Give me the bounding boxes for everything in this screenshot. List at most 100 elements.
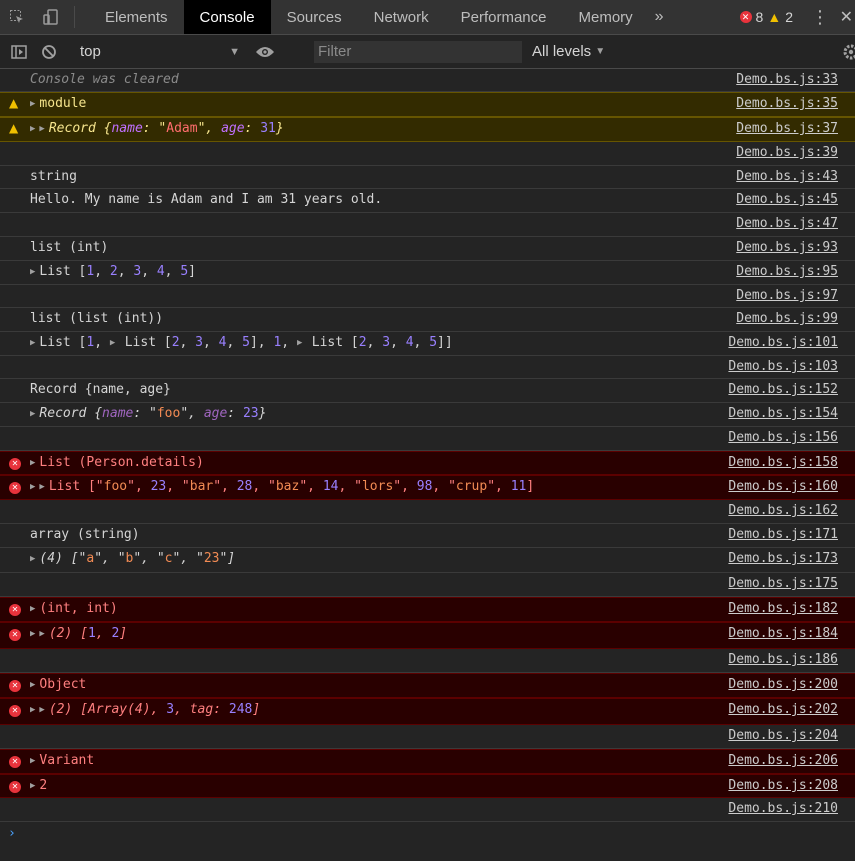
tab-memory[interactable]: Memory [563, 0, 649, 34]
inspect-element-icon[interactable] [0, 0, 34, 34]
message-token: list (list (int)) [30, 311, 164, 326]
message-token: string [30, 169, 77, 184]
source-link[interactable]: Demo.bs.js:160 [728, 480, 838, 494]
source-link[interactable]: Demo.bs.js:182 [728, 602, 838, 616]
console-message-error[interactable]: ✕ ▶ Variant Demo.bs.js:206 [0, 749, 855, 774]
console-message-warn[interactable]: ▲ ▶ module Demo.bs.js:35 [0, 92, 855, 117]
expand-triangle-icon[interactable]: ▶ [30, 680, 35, 690]
context-selector[interactable]: top ▼ [64, 35, 250, 68]
error-count-icon: ✕ [739, 11, 752, 23]
tab-elements[interactable]: Elements [89, 0, 184, 34]
message-token: , [94, 335, 110, 350]
sidebar-toggle-icon[interactable] [4, 35, 34, 68]
source-link[interactable]: Demo.bs.js:33 [736, 73, 838, 87]
source-link[interactable]: Demo.bs.js:99 [736, 312, 838, 326]
more-options-icon[interactable]: ⋮ [811, 0, 829, 34]
source-link[interactable]: Demo.bs.js:152 [728, 383, 838, 397]
console-message-warn[interactable]: ▲ ▶ ▶ Record {name: "Adam", age: 31} Demo.bs… [0, 117, 855, 142]
log-levels-dropdown[interactable]: All levels ▼ [532, 43, 605, 60]
expand-triangle-icon[interactable]: ▶ [30, 409, 35, 419]
console-message-error[interactable]: ✕ ▶ ▶ List ["foo", 23, "bar", 28, "baz", 14… [0, 475, 855, 500]
tab-performance[interactable]: Performance [445, 0, 563, 34]
expand-triangle-icon[interactable]: ▶ [30, 705, 35, 715]
gear-icon[interactable] [841, 35, 855, 68]
console-message-error[interactable]: ✕ ▶ 2 Demo.bs.js:208 [0, 774, 855, 798]
expand-triangle-icon[interactable]: ▶ [30, 267, 35, 277]
expand-triangle-icon[interactable]: ▶ [30, 482, 35, 492]
console-message-info[interactable]: ▶ Record {name: "foo", age: 23} Demo.bs.js… [0, 403, 855, 427]
source-link[interactable]: Demo.bs.js:186 [728, 653, 838, 667]
source-link[interactable]: Demo.bs.js:39 [736, 146, 838, 160]
console-message-info[interactable]: ▶ List [1, 2, 3, 4, 5] Demo.bs.js:95 [0, 261, 855, 285]
clear-console-icon[interactable] [34, 35, 64, 68]
tab-console[interactable]: Console [183, 0, 271, 34]
expand-triangle-icon[interactable]: ▶ [30, 756, 35, 766]
source-link[interactable]: Demo.bs.js:200 [728, 678, 838, 692]
console-message-info[interactable]: ▶ (4) ["a", "b", "c", "23"] Demo.bs.js:173 [0, 548, 855, 573]
expand-triangle-icon[interactable]: ▶ [39, 482, 44, 492]
expand-triangle-icon[interactable]: ▶ [297, 338, 308, 348]
console-message-info: Demo.bs.js:156 [0, 427, 855, 451]
source-link[interactable]: Demo.bs.js:45 [736, 193, 838, 207]
expand-triangle-icon[interactable]: ▶ [30, 781, 35, 791]
expand-triangle-icon[interactable]: ▶ [30, 338, 35, 348]
source-link[interactable]: Demo.bs.js:103 [728, 360, 838, 374]
source-link[interactable]: Demo.bs.js:43 [736, 170, 838, 184]
source-link[interactable]: Demo.bs.js:158 [728, 456, 838, 470]
message-token: , [226, 335, 243, 350]
live-expression-eye-icon[interactable] [250, 35, 280, 68]
console-message-error[interactable]: ✕ ▶ ▶ (2) [Array(4), 3, tag: 248] Demo.bs.js… [0, 698, 855, 725]
console-message-info[interactable]: ▶ List [1, ▶ List [2, 3, 4, 5], 1, ▶ List… [0, 332, 855, 356]
source-link[interactable]: Demo.bs.js:35 [736, 97, 838, 111]
source-link[interactable]: Demo.bs.js:162 [728, 504, 838, 518]
source-link[interactable]: Demo.bs.js:184 [728, 627, 838, 641]
tab-network[interactable]: Network [358, 0, 445, 34]
message-token: 2 [109, 264, 118, 279]
source-link[interactable]: Demo.bs.js:204 [728, 729, 838, 743]
source-link[interactable]: Demo.bs.js:47 [736, 217, 838, 231]
device-toolbar-icon[interactable] [34, 0, 68, 34]
source-link[interactable]: Demo.bs.js:95 [736, 265, 838, 279]
source-link[interactable]: Demo.bs.js:210 [728, 802, 838, 816]
filter-input[interactable] [314, 40, 522, 63]
console-message-error[interactable]: ✕ ▶ ▶ (2) [1, 2] Demo.bs.js:184 [0, 622, 855, 649]
source-link[interactable]: Demo.bs.js:156 [728, 431, 838, 445]
console-message-info: list (list (int)) Demo.bs.js:99 [0, 308, 855, 332]
source-link[interactable]: Demo.bs.js:93 [736, 241, 838, 255]
source-link[interactable]: Demo.bs.js:97 [736, 289, 838, 303]
expand-triangle-icon[interactable]: ▶ [39, 124, 44, 134]
message-token: : [244, 121, 261, 136]
source-link[interactable]: Demo.bs.js:101 [728, 336, 838, 350]
source-link[interactable]: Demo.bs.js:202 [728, 703, 838, 717]
expand-triangle-icon[interactable]: ▶ [30, 99, 35, 109]
expand-triangle-icon[interactable]: ▶ [30, 604, 35, 614]
expand-triangle-icon[interactable]: ▶ [30, 124, 35, 134]
source-link[interactable]: Demo.bs.js:208 [728, 779, 838, 793]
close-icon[interactable]: ✕ [840, 0, 853, 34]
console-message-info: Demo.bs.js:186 [0, 649, 855, 673]
source-link[interactable]: Demo.bs.js:154 [728, 407, 838, 421]
console-prompt-input[interactable]: › [0, 822, 855, 841]
expand-triangle-icon[interactable]: ▶ [39, 705, 44, 715]
source-link[interactable]: Demo.bs.js:171 [728, 528, 838, 542]
expand-triangle-icon[interactable]: ▶ [30, 554, 35, 564]
console-message-error[interactable]: ✕ ▶ (int, int) Demo.bs.js:182 [0, 597, 855, 622]
console-message-info: string Demo.bs.js:43 [0, 166, 855, 189]
issue-counters[interactable]: ✕ 8 ▲ 2 [739, 0, 793, 34]
error-icon: ✕ [9, 480, 21, 494]
message-token: foo [156, 406, 181, 421]
tab-sources[interactable]: Sources [271, 0, 358, 34]
more-tabs-button[interactable]: » [649, 0, 670, 34]
error-icon: ✕ [9, 779, 21, 793]
source-link[interactable]: Demo.bs.js:206 [728, 754, 838, 768]
message-token: , [117, 264, 134, 279]
console-message-error[interactable]: ✕ ▶ Object Demo.bs.js:200 [0, 673, 855, 698]
source-link[interactable]: Demo.bs.js:173 [728, 552, 838, 566]
expand-triangle-icon[interactable]: ▶ [30, 629, 35, 639]
source-link[interactable]: Demo.bs.js:37 [736, 122, 838, 136]
expand-triangle-icon[interactable]: ▶ [30, 458, 35, 468]
expand-triangle-icon[interactable]: ▶ [39, 629, 44, 639]
console-message-error[interactable]: ✕ ▶ List (Person.details) Demo.bs.js:158 [0, 451, 855, 475]
source-link[interactable]: Demo.bs.js:175 [728, 577, 838, 591]
expand-triangle-icon[interactable]: ▶ [110, 338, 121, 348]
